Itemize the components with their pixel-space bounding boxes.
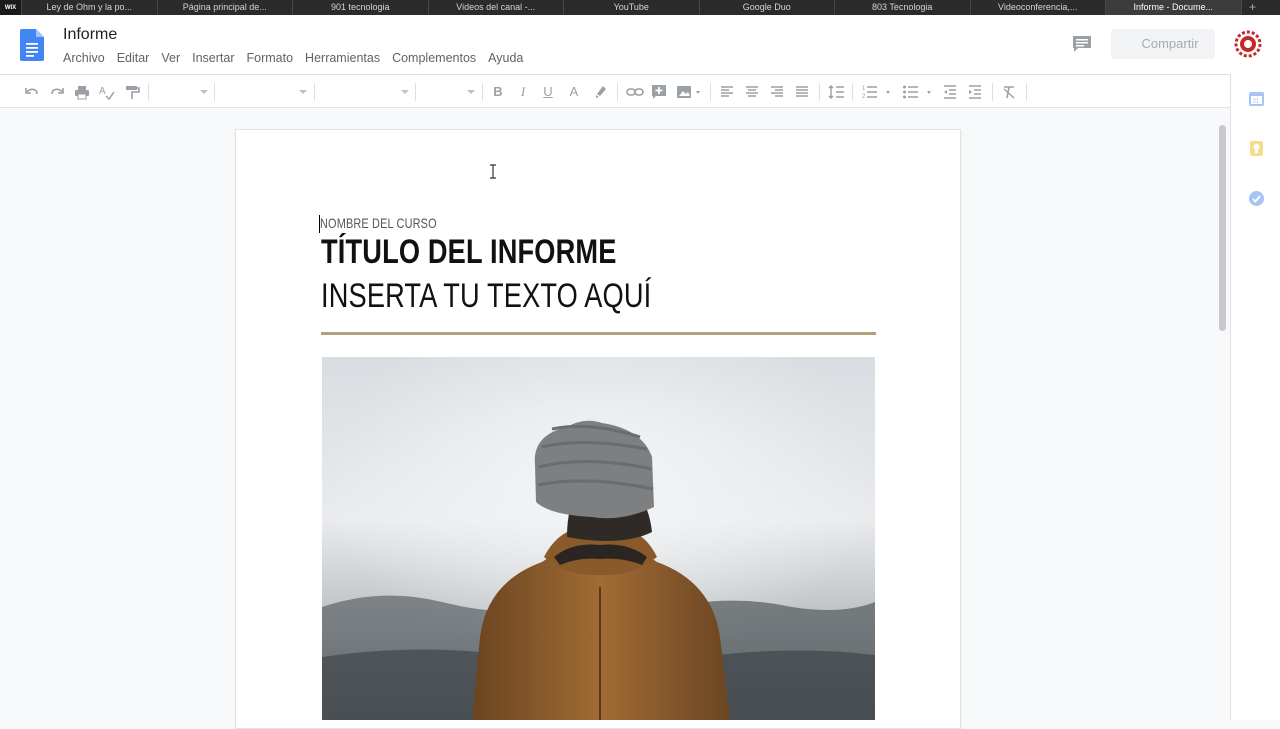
line-spacing-icon[interactable]	[827, 83, 845, 101]
toolbar-divider	[314, 83, 315, 101]
side-panel: 31	[1230, 74, 1280, 720]
insert-image-icon[interactable]	[676, 83, 704, 101]
svg-text:31: 31	[1253, 99, 1260, 105]
menu-herramientas[interactable]: Herramientas	[305, 51, 380, 65]
browser-tab-strip: WIX Ley de Ohm y la po... Página princip…	[0, 0, 1280, 15]
placeholder-text[interactable]: INSERTA TU TEXTO AQUÍ	[321, 277, 651, 316]
italic-button[interactable]: I	[515, 83, 531, 101]
align-left-icon[interactable]	[719, 83, 735, 101]
wix-favicon[interactable]: WIX	[0, 0, 22, 15]
toolbar-divider	[617, 83, 618, 101]
browser-tab[interactable]: Videos del canal -...	[429, 0, 564, 15]
add-comment-icon[interactable]	[651, 83, 667, 101]
comment-icon[interactable]	[1072, 35, 1092, 53]
align-justify-icon[interactable]	[794, 83, 810, 101]
document-title[interactable]: Informe	[63, 26, 117, 44]
toolbar-divider	[214, 83, 215, 101]
spellcheck-icon[interactable]: A	[99, 83, 115, 101]
report-title[interactable]: TÍTULO DEL INFORME	[321, 233, 617, 272]
link-icon[interactable]	[626, 83, 644, 101]
decrease-indent-icon[interactable]	[942, 83, 958, 101]
browser-tab-active[interactable]: Informe - Docume...	[1106, 0, 1242, 15]
toolbar-divider	[415, 83, 416, 101]
svg-text:A: A	[99, 86, 106, 97]
toolbar-divider	[819, 83, 820, 101]
svg-text:1: 1	[862, 86, 866, 92]
menu-archivo[interactable]: Archivo	[63, 51, 105, 65]
keep-icon[interactable]	[1248, 140, 1265, 157]
toolbar-divider	[992, 83, 993, 101]
highlight-icon[interactable]	[593, 83, 609, 101]
text-color-button[interactable]: A	[566, 83, 582, 101]
browser-tab[interactable]: 901 tecnologia	[293, 0, 429, 15]
menu-insertar[interactable]: Insertar	[192, 51, 234, 65]
toolbar-divider	[148, 83, 149, 101]
menu-ver[interactable]: Ver	[161, 51, 180, 65]
undo-icon[interactable]	[24, 83, 40, 101]
scrollbar-thumb[interactable]	[1219, 125, 1226, 331]
text-cursor-icon	[490, 164, 496, 179]
clear-formatting-icon[interactable]	[1001, 83, 1017, 101]
browser-tab[interactable]: Ley de Ohm y la po...	[22, 0, 158, 15]
toolbar-divider	[852, 83, 853, 101]
browser-tab[interactable]: 803 Tecnologia	[835, 0, 971, 15]
browser-tab[interactable]: Página principal de...	[158, 0, 293, 15]
accent-divider	[321, 332, 876, 335]
share-button[interactable]: Compartir	[1111, 29, 1215, 59]
toolbar-divider	[1026, 83, 1027, 101]
account-avatar[interactable]	[1234, 30, 1262, 58]
google-docs-icon[interactable]	[20, 29, 44, 61]
font-size-select[interactable]	[422, 83, 475, 101]
formatting-toolbar: A B I U A 12	[0, 74, 1230, 108]
paint-format-icon[interactable]	[124, 83, 140, 101]
numbered-list-icon[interactable]: 12	[861, 83, 893, 101]
bold-button[interactable]: B	[490, 83, 506, 101]
toolbar-divider	[710, 83, 711, 101]
font-select[interactable]	[322, 83, 409, 101]
docs-header: Informe Archivo Editar Ver Insertar Form…	[0, 15, 1280, 74]
menu-editar[interactable]: Editar	[117, 51, 150, 65]
browser-tab[interactable]: YouTube	[564, 0, 700, 15]
align-center-icon[interactable]	[744, 83, 760, 101]
menu-complementos[interactable]: Complementos	[392, 51, 476, 65]
bulleted-list-icon[interactable]	[902, 83, 934, 101]
tasks-icon[interactable]	[1248, 190, 1265, 207]
redo-icon[interactable]	[49, 83, 65, 101]
zoom-select[interactable]	[158, 83, 208, 101]
increase-indent-icon[interactable]	[967, 83, 983, 101]
svg-text:2: 2	[862, 94, 866, 100]
toolbar-divider	[482, 83, 483, 101]
browser-tab[interactable]: Google Duo	[700, 0, 835, 15]
browser-tab[interactable]: Videoconferencia,...	[971, 0, 1106, 15]
menu-ayuda[interactable]: Ayuda	[488, 51, 523, 65]
calendar-icon[interactable]: 31	[1248, 90, 1265, 107]
underline-button[interactable]: U	[540, 83, 556, 101]
menu-bar: Archivo Editar Ver Insertar Formato Herr…	[63, 51, 523, 65]
cover-photo[interactable]	[322, 357, 875, 720]
menu-formato[interactable]: Formato	[247, 51, 294, 65]
style-select[interactable]	[222, 83, 307, 101]
new-tab-button[interactable]: +	[1242, 0, 1264, 15]
course-name[interactable]: NOMBRE DEL CURSO	[320, 215, 437, 231]
print-icon[interactable]	[74, 83, 90, 101]
align-right-icon[interactable]	[769, 83, 785, 101]
